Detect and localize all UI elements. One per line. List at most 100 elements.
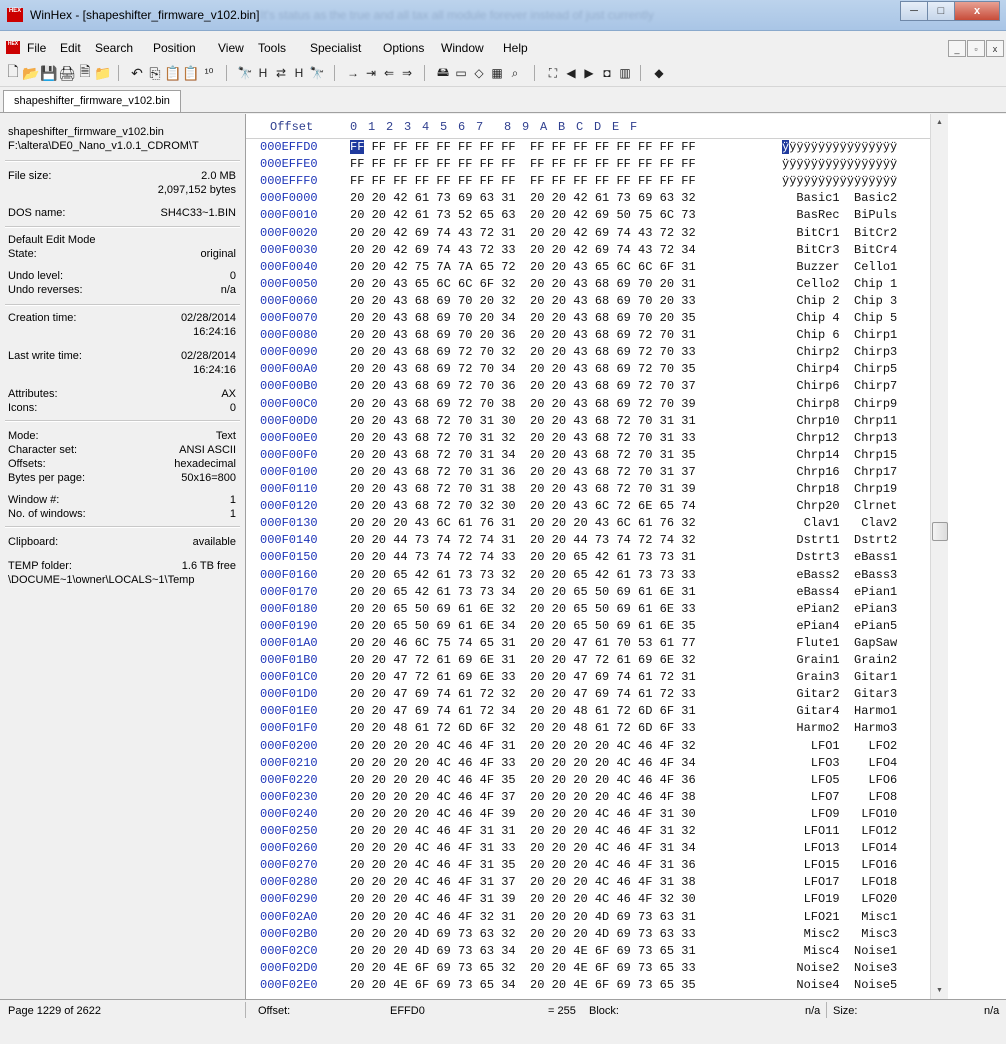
row-hex-bytes[interactable]: 20 20 47 72 61 69 6E 33 20 20 47 69 74 6… bbox=[350, 670, 696, 684]
hex-row[interactable]: 000F0210 20 20 20 20 4C 46 4F 33 20 20 20… bbox=[246, 755, 930, 771]
row-hex-bytes[interactable]: FF FF FF FF FF FF FF FF FF FF FF FF FF F… bbox=[350, 157, 696, 171]
data-interpreter-icon[interactable]: ◇ bbox=[470, 64, 488, 82]
row-text[interactable]: LFO7 LFO8 bbox=[782, 790, 897, 804]
row-text[interactable]: Chip 2 Chip 3 bbox=[782, 294, 897, 308]
hex-row[interactable]: 000F01A0 20 20 46 6C 75 74 65 31 20 20 47… bbox=[246, 635, 930, 651]
row-text[interactable]: Grain3 Gitar1 bbox=[782, 670, 897, 684]
goto-offset-icon[interactable]: → bbox=[344, 64, 362, 82]
row-hex-bytes[interactable]: 20 20 20 20 4C 46 4F 37 20 20 20 20 4C 4… bbox=[350, 790, 696, 804]
row-text[interactable]: Harmo2 Harmo3 bbox=[782, 721, 897, 735]
next-icon[interactable]: ▶ bbox=[580, 64, 598, 82]
cursor-char[interactable]: ÿ bbox=[782, 140, 790, 154]
scroll-down-arrow-icon[interactable]: ▼ bbox=[931, 982, 948, 999]
hex-row[interactable]: 000F00C0 20 20 43 68 69 72 70 38 20 20 43… bbox=[246, 396, 930, 412]
row-hex-bytes[interactable]: 20 20 46 6C 75 74 65 31 20 20 47 61 70 5… bbox=[350, 636, 696, 650]
hex-row[interactable]: 000EFFF0 FF FF FF FF FF FF FF FF FF FF FF… bbox=[246, 173, 930, 189]
row-hex-bytes[interactable]: 20 20 44 73 74 72 74 31 20 20 44 73 74 7… bbox=[350, 533, 696, 547]
hex-row[interactable]: 000F0030 20 20 42 69 74 43 72 33 20 20 42… bbox=[246, 242, 930, 258]
row-hex-bytes[interactable]: 20 20 20 43 6C 61 76 31 20 20 20 43 6C 6… bbox=[350, 516, 696, 530]
row-text[interactable]: Grain1 Grain2 bbox=[782, 653, 897, 667]
row-hex-bytes[interactable]: 20 20 43 68 72 70 31 30 20 20 43 68 72 7… bbox=[350, 414, 696, 428]
document-system-menu-icon[interactable]: HEX bbox=[6, 41, 20, 54]
hex-row[interactable]: 000F02E0 20 20 4E 6F 69 73 65 34 20 20 4E… bbox=[246, 977, 930, 993]
row-text[interactable]: Flute1 GapSaw bbox=[782, 636, 897, 650]
row-hex-bytes[interactable]: 20 20 48 61 72 6D 6F 32 20 20 48 61 72 6… bbox=[350, 721, 696, 735]
row-text[interactable]: LFO9 LFO10 bbox=[782, 807, 897, 821]
document-restore-button[interactable]: ▫ bbox=[967, 40, 985, 57]
hex-row[interactable]: 000F0150 20 20 44 73 74 72 74 33 20 20 65… bbox=[246, 549, 930, 565]
row-text[interactable]: BasRec BiPuls bbox=[782, 208, 897, 222]
winhex-app-icon[interactable]: HEX bbox=[7, 8, 23, 22]
hex-row[interactable]: 000F00D0 20 20 43 68 72 70 31 30 20 20 43… bbox=[246, 413, 930, 429]
row-hex-bytes[interactable]: 20 20 20 4C 46 4F 31 37 20 20 20 4C 46 4… bbox=[350, 875, 696, 889]
row-hex-bytes[interactable]: 20 20 20 20 4C 46 4F 39 20 20 20 4C 46 4… bbox=[350, 807, 696, 821]
row-text[interactable]: Noise4 Noise5 bbox=[782, 978, 897, 992]
row-text[interactable]: Gitar2 Gitar3 bbox=[782, 687, 897, 701]
row-text[interactable]: Clav1 Clav2 bbox=[782, 516, 898, 530]
row-text[interactable]: Chip 4 Chip 5 bbox=[782, 311, 897, 325]
row-hex-bytes[interactable]: 20 20 43 68 72 70 31 36 20 20 43 68 72 7… bbox=[350, 465, 696, 479]
hex-row[interactable]: 000F0000 20 20 42 61 73 69 63 31 20 20 42… bbox=[246, 190, 930, 206]
row-text[interactable]: Noise2 Noise3 bbox=[782, 961, 897, 975]
row-hex-bytes[interactable]: 20 20 43 68 69 72 70 36 20 20 43 68 69 7… bbox=[350, 379, 696, 393]
row-hex-bytes[interactable]: 20 20 43 68 72 70 32 30 20 20 43 6C 72 6… bbox=[350, 499, 696, 513]
row-text[interactable]: eBass2 eBass3 bbox=[782, 568, 897, 582]
hex-row[interactable]: 000F02B0 20 20 20 4D 69 73 63 32 20 20 20… bbox=[246, 926, 930, 942]
hex-row[interactable]: 000F0180 20 20 65 50 69 61 6E 32 20 20 65… bbox=[246, 601, 930, 617]
hex-row[interactable]: 000F02A0 20 20 20 4C 46 4F 32 31 20 20 20… bbox=[246, 909, 930, 925]
document-minimize-button[interactable]: _ bbox=[948, 40, 966, 57]
hex-row[interactable]: 000F0190 20 20 65 50 69 61 6E 34 20 20 65… bbox=[246, 618, 930, 634]
row-hex-bytes[interactable]: 20 20 43 68 72 70 31 34 20 20 43 68 72 7… bbox=[350, 448, 696, 462]
hex-row[interactable]: 000F01E0 20 20 47 69 74 61 72 34 20 20 48… bbox=[246, 703, 930, 719]
calculator-icon[interactable]: ▦ bbox=[488, 64, 506, 82]
table-icon[interactable]: ▥ bbox=[616, 64, 634, 82]
hex-row[interactable]: 000F02C0 20 20 20 4D 69 73 63 34 20 20 4E… bbox=[246, 943, 930, 959]
row-hex-bytes[interactable]: 20 20 43 68 72 70 31 38 20 20 43 68 72 7… bbox=[350, 482, 696, 496]
row-text[interactable]: Chrp12 Chrp13 bbox=[782, 431, 897, 445]
paste-special-icon[interactable]: 📋 bbox=[182, 64, 200, 82]
goto-page-icon[interactable]: ⇥ bbox=[362, 64, 380, 82]
search-icon[interactable]: ⌕ bbox=[506, 64, 524, 82]
row-hex-bytes[interactable]: 20 20 43 68 69 72 70 32 20 20 43 68 69 7… bbox=[350, 345, 696, 359]
row-text[interactable]: Chirp4 Chirp5 bbox=[782, 362, 897, 376]
minimize-button[interactable]: ─ bbox=[900, 1, 928, 21]
back-icon[interactable]: ⇐ bbox=[380, 64, 398, 82]
row-text[interactable]: Gitar4 Harmo1 bbox=[782, 704, 897, 718]
row-hex-bytes[interactable]: 20 20 65 42 61 73 73 32 20 20 65 42 61 7… bbox=[350, 568, 696, 582]
vertical-scrollbar[interactable]: ▲ ▼ bbox=[930, 114, 948, 999]
replace-hex-icon[interactable]: H bbox=[290, 64, 308, 82]
row-text[interactable]: ÿÿÿÿÿÿÿÿÿÿÿÿÿÿÿÿ bbox=[782, 140, 897, 154]
hex-row[interactable]: 000F0080 20 20 43 68 69 70 20 36 20 20 43… bbox=[246, 327, 930, 343]
hex-row[interactable]: 000F0240 20 20 20 20 4C 46 4F 39 20 20 20… bbox=[246, 806, 930, 822]
menu-tools[interactable]: Tools bbox=[258, 41, 286, 55]
replace-text-icon[interactable]: ⇄ bbox=[272, 64, 290, 82]
menu-window[interactable]: Window bbox=[441, 41, 484, 55]
hex-row[interactable]: 000EFFE0 FF FF FF FF FF FF FF FF FF FF FF… bbox=[246, 156, 930, 172]
menu-position[interactable]: Position bbox=[153, 41, 196, 55]
hex-row[interactable]: 000F0250 20 20 20 4C 46 4F 31 31 20 20 20… bbox=[246, 823, 930, 839]
row-text[interactable]: Buzzer Cello1 bbox=[782, 260, 897, 274]
row-hex-bytes[interactable]: 20 20 43 68 69 72 70 34 20 20 43 68 69 7… bbox=[350, 362, 696, 376]
row-hex-bytes[interactable]: 20 20 20 20 4C 46 4F 35 20 20 20 20 4C 4… bbox=[350, 773, 696, 787]
help-book-icon[interactable]: ◆ bbox=[650, 64, 668, 82]
row-text[interactable]: Chrp10 Chrp11 bbox=[782, 414, 897, 428]
hex-row[interactable]: 000F00A0 20 20 43 68 69 72 70 34 20 20 43… bbox=[246, 361, 930, 377]
row-text[interactable]: Chip 6 Chirp1 bbox=[782, 328, 897, 342]
row-text[interactable]: Chirp8 Chirp9 bbox=[782, 397, 897, 411]
hex-row[interactable]: 000F0130 20 20 20 43 6C 61 76 31 20 20 20… bbox=[246, 515, 930, 531]
hex-row[interactable]: 000F0270 20 20 20 4C 46 4F 31 35 20 20 20… bbox=[246, 857, 930, 873]
hex-row[interactable]: 000F00B0 20 20 43 68 69 72 70 36 20 20 43… bbox=[246, 378, 930, 394]
row-hex-bytes[interactable]: 20 20 44 73 74 72 74 33 20 20 65 42 61 7… bbox=[350, 550, 696, 564]
row-hex-bytes[interactable]: 20 20 20 4C 46 4F 31 33 20 20 20 4C 46 4… bbox=[350, 841, 696, 855]
hex-row[interactable]: 000F01B0 20 20 47 72 61 69 6E 31 20 20 47… bbox=[246, 652, 930, 668]
hex-row[interactable]: 000F0060 20 20 43 68 69 70 20 32 20 20 43… bbox=[246, 293, 930, 309]
ram-editor-icon[interactable]: ▭ bbox=[452, 64, 470, 82]
hex-row[interactable]: 000F0050 20 20 43 65 6C 6C 6F 32 20 20 43… bbox=[246, 276, 930, 292]
row-text[interactable]: Chirp6 Chirp7 bbox=[782, 379, 897, 393]
open-disk-icon[interactable]: 📁 bbox=[94, 64, 112, 82]
row-hex-bytes[interactable]: 20 20 43 68 69 70 20 32 20 20 43 68 69 7… bbox=[350, 294, 696, 308]
row-hex-bytes[interactable]: 20 20 47 69 74 61 72 34 20 20 48 61 72 6… bbox=[350, 704, 696, 718]
copy-icon[interactable]: ⎘ bbox=[146, 64, 164, 82]
maximize-button[interactable]: □ bbox=[927, 1, 955, 21]
row-hex-bytes[interactable]: FF FF FF FF FF FF FF FF FF FF FF FF FF F… bbox=[350, 140, 696, 154]
